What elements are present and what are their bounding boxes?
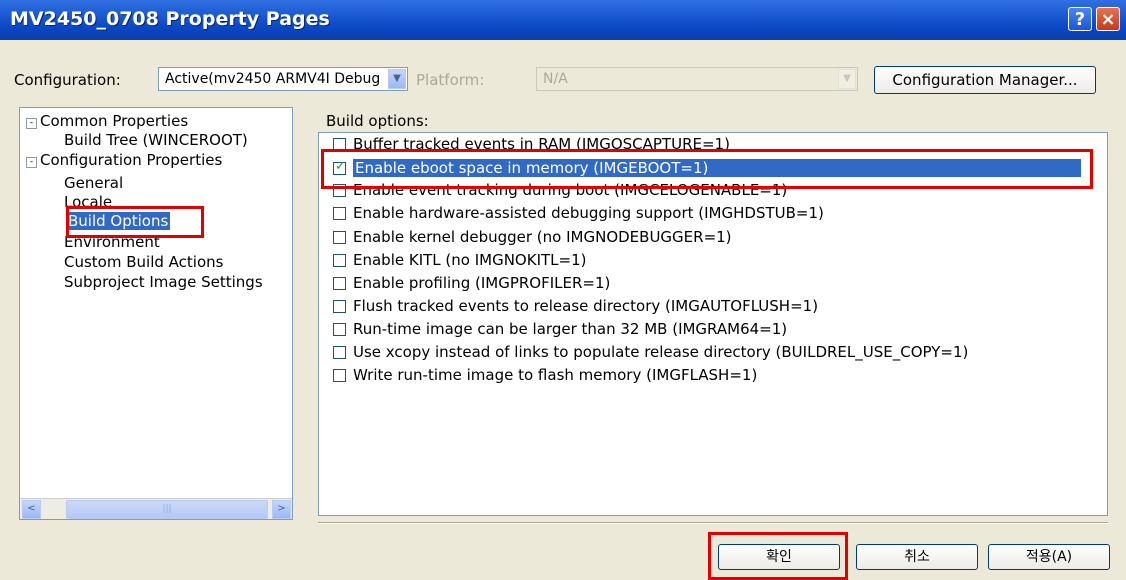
expand-collapse-icon[interactable]: - bbox=[26, 157, 37, 168]
option-label: Flush tracked events to release director… bbox=[353, 297, 819, 315]
checkbox[interactable] bbox=[333, 207, 346, 220]
option-label: Write run-time image to flash memory (IM… bbox=[353, 366, 758, 384]
chevron-down-icon: ▼ bbox=[838, 69, 856, 89]
platform-label: Platform: bbox=[416, 71, 485, 89]
scroll-left-icon[interactable]: < bbox=[22, 500, 41, 519]
build-options-list: Buffer tracked events in RAM (IMGOSCAPTU… bbox=[318, 132, 1108, 516]
configuration-dropdown[interactable]: Active(mv2450 ARMV4I Debug ▼ bbox=[158, 67, 408, 91]
separator bbox=[318, 522, 1108, 524]
scroll-thumb[interactable]: ||| bbox=[66, 500, 268, 519]
platform-dropdown: N/A ▼ bbox=[536, 67, 858, 91]
tree-item-subproject-image-settings[interactable]: Subproject Image Settings bbox=[64, 273, 263, 291]
checkbox[interactable] bbox=[333, 323, 346, 336]
highlight-box bbox=[708, 532, 848, 580]
highlight-box bbox=[66, 206, 204, 238]
window-title: MV2450_0708 Property Pages bbox=[10, 8, 330, 30]
option-label: Enable KITL (no IMGNOKITL=1) bbox=[353, 251, 587, 269]
option-label: Enable hardware-assisted debugging suppo… bbox=[353, 204, 824, 222]
tree-item-build-tree[interactable]: Build Tree (WINCEROOT) bbox=[64, 131, 248, 149]
apply-button[interactable]: 적용(A) bbox=[988, 544, 1110, 570]
cancel-button[interactable]: 취소 bbox=[856, 544, 978, 570]
tree-item-common-properties[interactable]: Common Properties bbox=[40, 112, 188, 130]
checkbox[interactable] bbox=[333, 277, 346, 290]
option-label: Enable profiling (IMGPROFILER=1) bbox=[353, 274, 611, 292]
horizontal-scrollbar[interactable]: < ||| > bbox=[20, 498, 292, 519]
platform-value: N/A bbox=[543, 71, 568, 87]
checkbox[interactable] bbox=[333, 300, 346, 313]
checkbox[interactable] bbox=[333, 346, 346, 359]
checkbox[interactable] bbox=[333, 369, 346, 382]
close-button[interactable]: × bbox=[1096, 7, 1120, 31]
option-label: Use xcopy instead of links to populate r… bbox=[353, 343, 969, 361]
property-pages-window: MV2450_0708 Property Pages ? × Configura… bbox=[0, 0, 1126, 580]
option-label: Run-time image can be larger than 32 MB … bbox=[353, 320, 788, 338]
scroll-right-icon[interactable]: > bbox=[272, 500, 291, 519]
tree-item-custom-build-actions[interactable]: Custom Build Actions bbox=[64, 253, 223, 271]
configuration-label: Configuration: bbox=[14, 71, 121, 89]
option-label: Enable kernel debugger (no IMGNODEBUGGER… bbox=[353, 228, 732, 246]
configuration-manager-button[interactable]: Configuration Manager... bbox=[874, 66, 1096, 94]
highlight-box bbox=[321, 149, 1093, 189]
build-options-heading: Build options: bbox=[326, 112, 429, 130]
tree-item-general[interactable]: General bbox=[64, 174, 123, 192]
chevron-down-icon[interactable]: ▼ bbox=[388, 69, 406, 89]
help-button[interactable]: ? bbox=[1068, 7, 1092, 31]
configuration-value: Active(mv2450 ARMV4I Debug bbox=[165, 71, 381, 87]
tree-item-configuration-properties[interactable]: Configuration Properties bbox=[40, 151, 222, 169]
checkbox[interactable] bbox=[333, 254, 346, 267]
title-bar[interactable]: MV2450_0708 Property Pages ? × bbox=[0, 0, 1126, 40]
expand-collapse-icon[interactable]: - bbox=[26, 118, 37, 129]
checkbox[interactable] bbox=[333, 231, 346, 244]
